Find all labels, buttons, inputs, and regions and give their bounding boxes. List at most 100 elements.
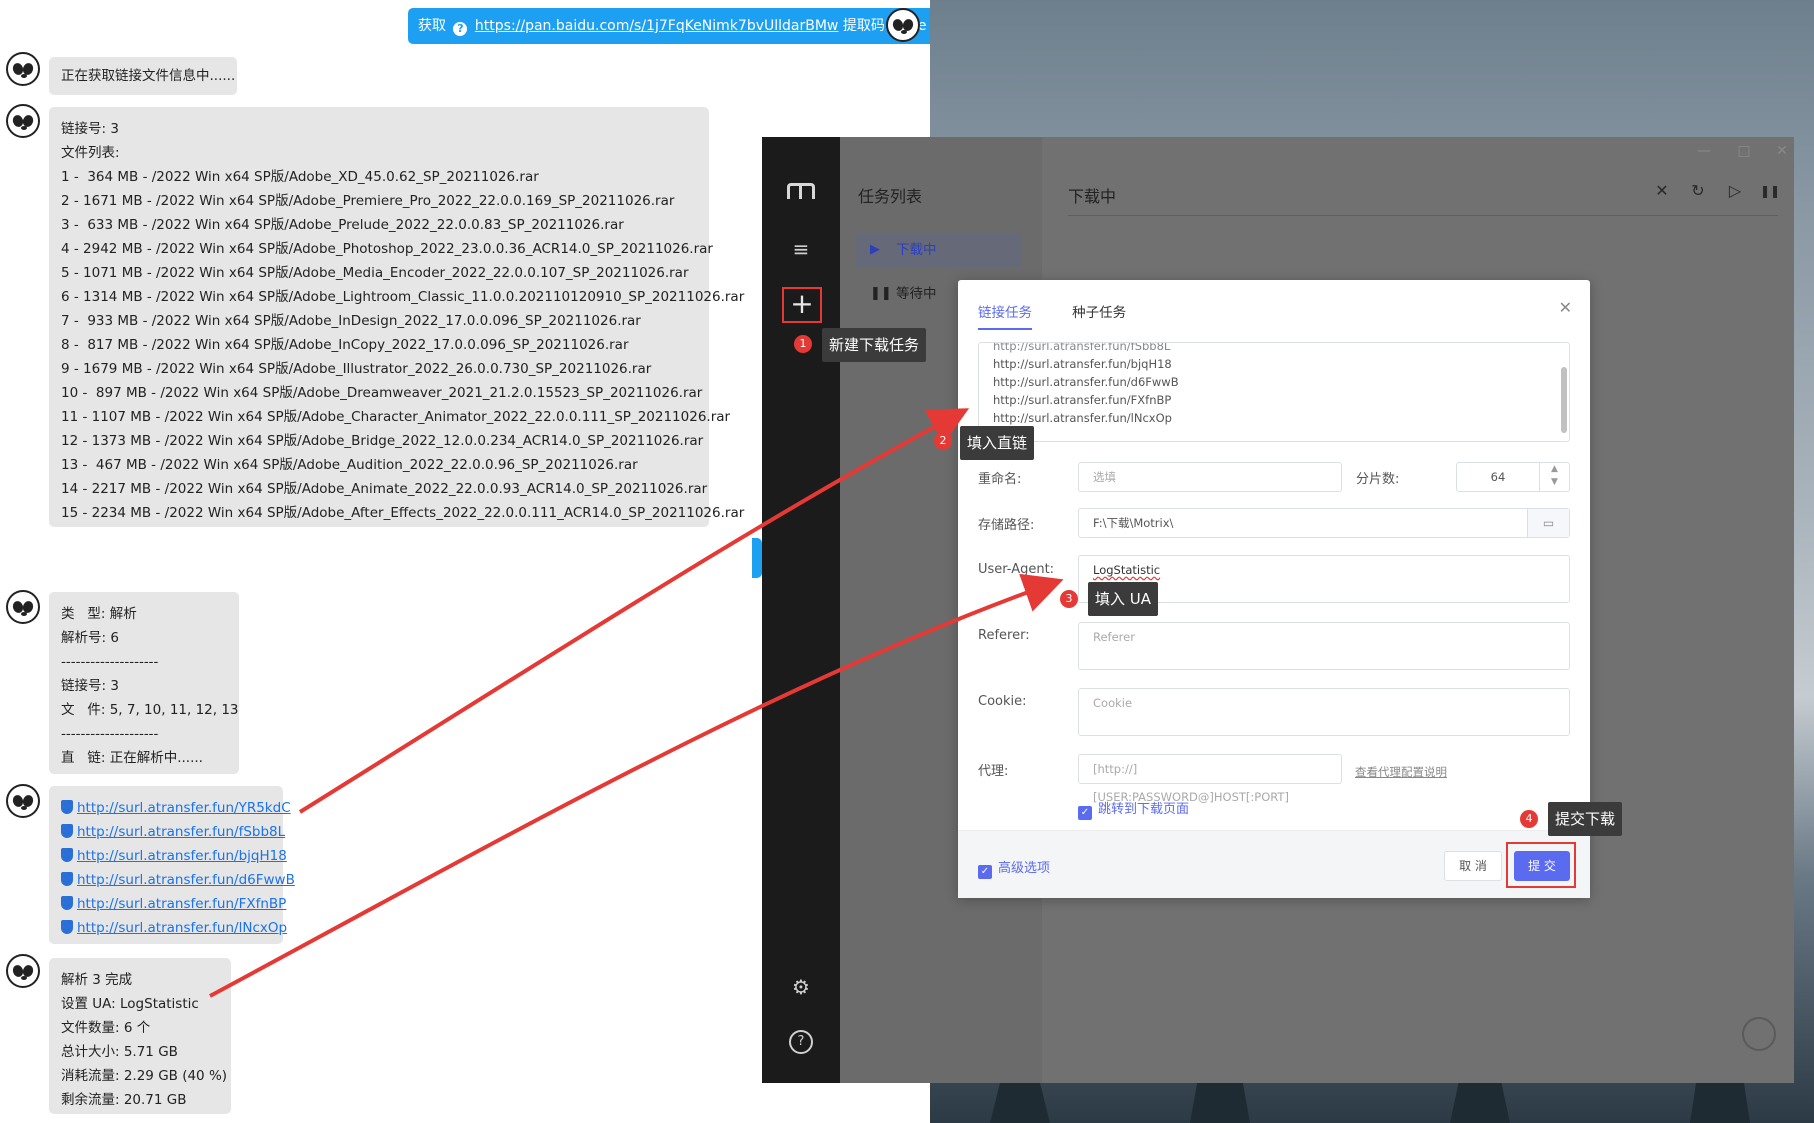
refresh-icon[interactable]: ↻	[1688, 181, 1708, 201]
new-task-dialog: 链接任务 种子任务 ✕ http://surl.atransfer.fun/fS…	[958, 280, 1590, 898]
tab-torrent-task[interactable]: 种子任务	[1072, 298, 1126, 328]
sent-message: 获取 ? https://pan.baidu.com/s/1j7FqKeNimk…	[408, 8, 930, 44]
shield-icon	[61, 896, 73, 910]
tab-link-task[interactable]: 链接任务	[978, 298, 1032, 330]
file-list-line: 6 - 1314 MB - /2022 Win x64 SP版/Adobe_Li…	[61, 289, 745, 305]
url-textarea[interactable]: http://surl.atransfer.fun/fSbb8L http://s…	[978, 342, 1570, 442]
split-value: 64	[1490, 470, 1506, 484]
jump-label: 跳转到下载页面	[1098, 802, 1190, 817]
cookie-input[interactable]: Cookie	[1078, 688, 1570, 736]
help-icon[interactable]: ?	[789, 1030, 813, 1054]
stepper-arrows[interactable]: ▲ ▼	[1539, 463, 1569, 491]
parse-info-line: 链接号: 3	[61, 678, 119, 694]
baidu-share-link[interactable]: https://pan.baidu.com/s/1j7FqKeNimk7bvUl…	[475, 18, 838, 34]
file-list-line: 3 - 633 MB - /2022 Win x64 SP版/Adobe_Pre…	[61, 217, 624, 233]
referer-input[interactable]: Referer	[1078, 622, 1570, 670]
path-label: 存储路径:	[978, 518, 1035, 533]
bot-avatar	[6, 52, 40, 86]
split-count-stepper[interactable]: 64 ▲ ▼	[1456, 462, 1570, 492]
maximize-icon[interactable]: □	[1734, 141, 1754, 161]
bot-message-fetching: 正在获取链接文件信息中......	[49, 57, 237, 95]
motrix-logo	[787, 183, 815, 199]
file-list-line: 9 - 1679 MB - /2022 Win x64 SP版/Adobe_Il…	[61, 361, 652, 377]
url-line: http://surl.atransfer.fun/bjqH18	[993, 357, 1172, 371]
bot-message-links: http://surl.atransfer.fun/YR5kdC http://s…	[49, 786, 295, 944]
new-task-button[interactable]: +	[782, 287, 822, 323]
shield-icon	[61, 848, 73, 862]
parse-info-line: 文 件: 5, 7, 10, 11, 12, 13	[61, 702, 239, 718]
status-logo-icon	[1742, 1017, 1776, 1051]
file-list-line: 1 - 364 MB - /2022 Win x64 SP版/Adobe_XD_…	[61, 169, 539, 185]
main-title: 下载中	[1068, 187, 1117, 206]
complete-info-line: 文件数量: 6 个	[61, 1020, 151, 1036]
file-list-line: 14 - 2217 MB - /2022 Win x64 SP版/Adobe_A…	[61, 481, 708, 497]
jump-to-download-checkbox[interactable]: ✓ 跳转到下载页面	[1078, 798, 1189, 820]
list-item-label: 下载中	[896, 242, 937, 258]
check-icon: ✓	[1078, 806, 1092, 820]
clear-icon[interactable]: ✕	[1652, 181, 1672, 201]
scroll-indicator	[752, 538, 762, 578]
bot-message-parse: 类 型: 解析 解析号: 6 -------------------- 链接号: 3 文…	[49, 592, 239, 774]
save-path-input[interactable]: F:\下载\Motrix\ ▭	[1078, 508, 1570, 538]
file-list-line: 11 - 1107 MB - /2022 Win x64 SP版/Adobe_C…	[61, 409, 731, 425]
file-list-line: 8 - 817 MB - /2022 Win x64 SP版/Adobe_InC…	[61, 337, 629, 353]
direct-link[interactable]: http://surl.atransfer.fun/FXfnBP	[77, 896, 286, 912]
direct-link[interactable]: http://surl.atransfer.fun/fSbb8L	[77, 824, 285, 840]
rename-input[interactable]: 选填	[1078, 462, 1342, 492]
cancel-button[interactable]: 取 消	[1444, 851, 1502, 881]
proxy-label: 代理:	[978, 764, 1009, 779]
advanced-options-checkbox[interactable]: ✓ 高级选项	[978, 857, 1050, 879]
task-list-title: 任务列表	[858, 187, 923, 206]
url-line: http://surl.atransfer.fun/lNcxOp	[993, 411, 1172, 425]
ua-value: LogStatistic	[1093, 563, 1161, 577]
file-list-line: 12 - 1373 MB - /2022 Win x64 SP版/Adobe_B…	[61, 433, 704, 449]
check-icon: ✓	[978, 865, 992, 879]
step-number: 4	[1520, 810, 1538, 828]
file-list-line: 10 - 897 MB - /2022 Win x64 SP版/Adobe_Dr…	[61, 385, 703, 401]
pause-all-icon[interactable]: ❚❚	[1760, 181, 1780, 201]
close-window-icon[interactable]: ✕	[1772, 141, 1792, 161]
bot-message-file-list: 链接号: 3 文件列表: 1 - 364 MB - /2022 Win x64 SP…	[49, 107, 745, 527]
annotation-fill-ua: 填入 UA	[1088, 582, 1159, 616]
bot-avatar	[6, 784, 40, 818]
url-list: http://surl.atransfer.fun/fSbb8L http://s…	[993, 342, 1555, 427]
shield-icon	[61, 800, 73, 814]
complete-info: 解析 3 完成 设置 UA: LogStatistic 文件数量: 6 个总计大小:…	[61, 968, 228, 1112]
direct-link[interactable]: http://surl.atransfer.fun/bjqH18	[77, 848, 287, 864]
menu-icon[interactable]: ≡	[789, 237, 813, 261]
motrix-sidebar: ≡ + ⚙ ?	[762, 137, 840, 1083]
file-list-line: 13 - 467 MB - /2022 Win x64 SP版/Adobe_Au…	[61, 457, 638, 473]
scrollbar[interactable]	[1561, 367, 1567, 433]
proxy-help-link[interactable]: 查看代理配置说明	[1355, 764, 1447, 780]
direct-link[interactable]: http://surl.atransfer.fun/YR5kdC	[77, 800, 291, 816]
file-list-line: 文件列表:	[61, 145, 120, 161]
file-list-line: 链接号: 3	[61, 121, 119, 137]
divider	[1068, 215, 1778, 216]
url-line: http://surl.atransfer.fun/d6FwwB	[993, 375, 1179, 389]
proxy-input[interactable]: [http://][USER:PASSWORD@]HOST[:PORT]	[1078, 754, 1342, 804]
folder-icon[interactable]: ▭	[1527, 509, 1569, 537]
preferences-icon[interactable]: ⚙	[789, 975, 813, 999]
bot-avatar	[6, 104, 40, 138]
dialog-footer: ✓ 高级选项 取 消 提 交	[958, 830, 1590, 898]
list-item-downloading[interactable]: ▶ 下载中	[856, 233, 1022, 267]
plus-icon: +	[790, 287, 814, 320]
referer-label: Referer:	[978, 628, 1030, 643]
step-number: 3	[1060, 590, 1078, 608]
link-item: http://surl.atransfer.fun/FXfnBP	[61, 892, 286, 916]
annotation-fill-link: 填入直链	[960, 426, 1035, 460]
play-icon: ▶	[870, 242, 880, 257]
direct-link-list: http://surl.atransfer.fun/YR5kdC http://s…	[61, 796, 295, 940]
close-icon[interactable]: ✕	[1559, 298, 1572, 317]
annotation-new-task: 新建下载任务	[822, 328, 927, 362]
direct-link[interactable]: http://surl.atransfer.fun/lNcxOp	[77, 920, 287, 936]
file-list-line: 7 - 933 MB - /2022 Win x64 SP版/Adobe_InD…	[61, 313, 641, 329]
link-item: http://surl.atransfer.fun/lNcxOp	[61, 916, 287, 940]
complete-info-line: 消耗流量: 2.29 GB (40 %)	[61, 1068, 228, 1084]
direct-link[interactable]: http://surl.atransfer.fun/d6FwwB	[77, 872, 295, 888]
advanced-label: 高级选项	[998, 861, 1051, 876]
resume-all-icon[interactable]: ▷	[1725, 181, 1745, 201]
url-line: http://surl.atransfer.fun/fSbb8L	[993, 342, 1171, 353]
minimize-icon[interactable]: —	[1694, 141, 1714, 161]
bot-avatar	[6, 954, 40, 988]
